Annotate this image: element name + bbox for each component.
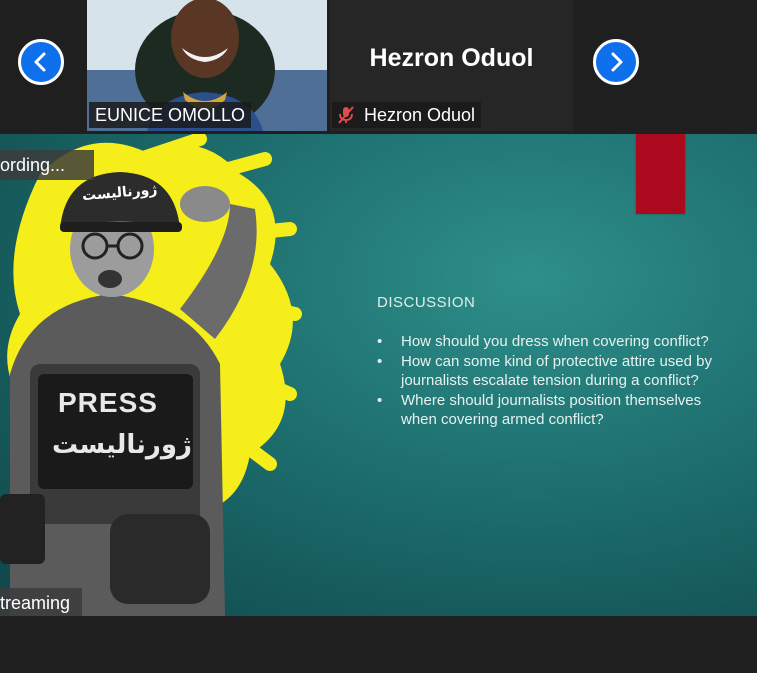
- shared-screen[interactable]: ژورنالیست PRESS ژورنالیست DISCUSSION • Ho…: [0, 134, 757, 616]
- participant-tile-video[interactable]: EUNICE OMOLLO: [87, 0, 327, 131]
- participant-name-label-muted: Hezron Oduol: [332, 102, 482, 128]
- slide-bullet-list: • How should you dress when covering conf…: [377, 332, 727, 430]
- participant-display-name: Hezron Oduol: [369, 44, 534, 72]
- recording-indicator[interactable]: ording...: [0, 150, 94, 180]
- bottom-bar: [0, 616, 757, 673]
- chevron-right-icon: [611, 52, 623, 72]
- slide-red-accent: [636, 134, 685, 214]
- previous-page-button[interactable]: [18, 39, 64, 85]
- slide-heading: DISCUSSION: [377, 294, 476, 311]
- streaming-indicator[interactable]: treaming: [0, 588, 82, 616]
- mic-muted-icon: [338, 106, 354, 124]
- participant-name-label: EUNICE OMOLLO: [89, 102, 252, 128]
- vest-press-label: PRESS: [58, 387, 158, 418]
- slide-bullet: • How should you dress when covering conf…: [377, 333, 709, 350]
- slide-bullet: • How can some kind of protective attire …: [377, 352, 712, 390]
- slide-journalist-image: [0, 134, 302, 616]
- participant-strip: EUNICE OMOLLO Hezron Oduol Hezron Oduol: [0, 0, 757, 133]
- chevron-left-icon: [34, 52, 46, 72]
- vest-arabic-label: ژورنالیست: [52, 429, 192, 459]
- slide-bullet: • Where should journalists position thems…: [377, 391, 702, 429]
- next-page-button[interactable]: [593, 39, 639, 85]
- participant-name-text: Hezron Oduol: [364, 105, 476, 125]
- participant-tile-name[interactable]: Hezron Oduol Hezron Oduol: [330, 0, 573, 131]
